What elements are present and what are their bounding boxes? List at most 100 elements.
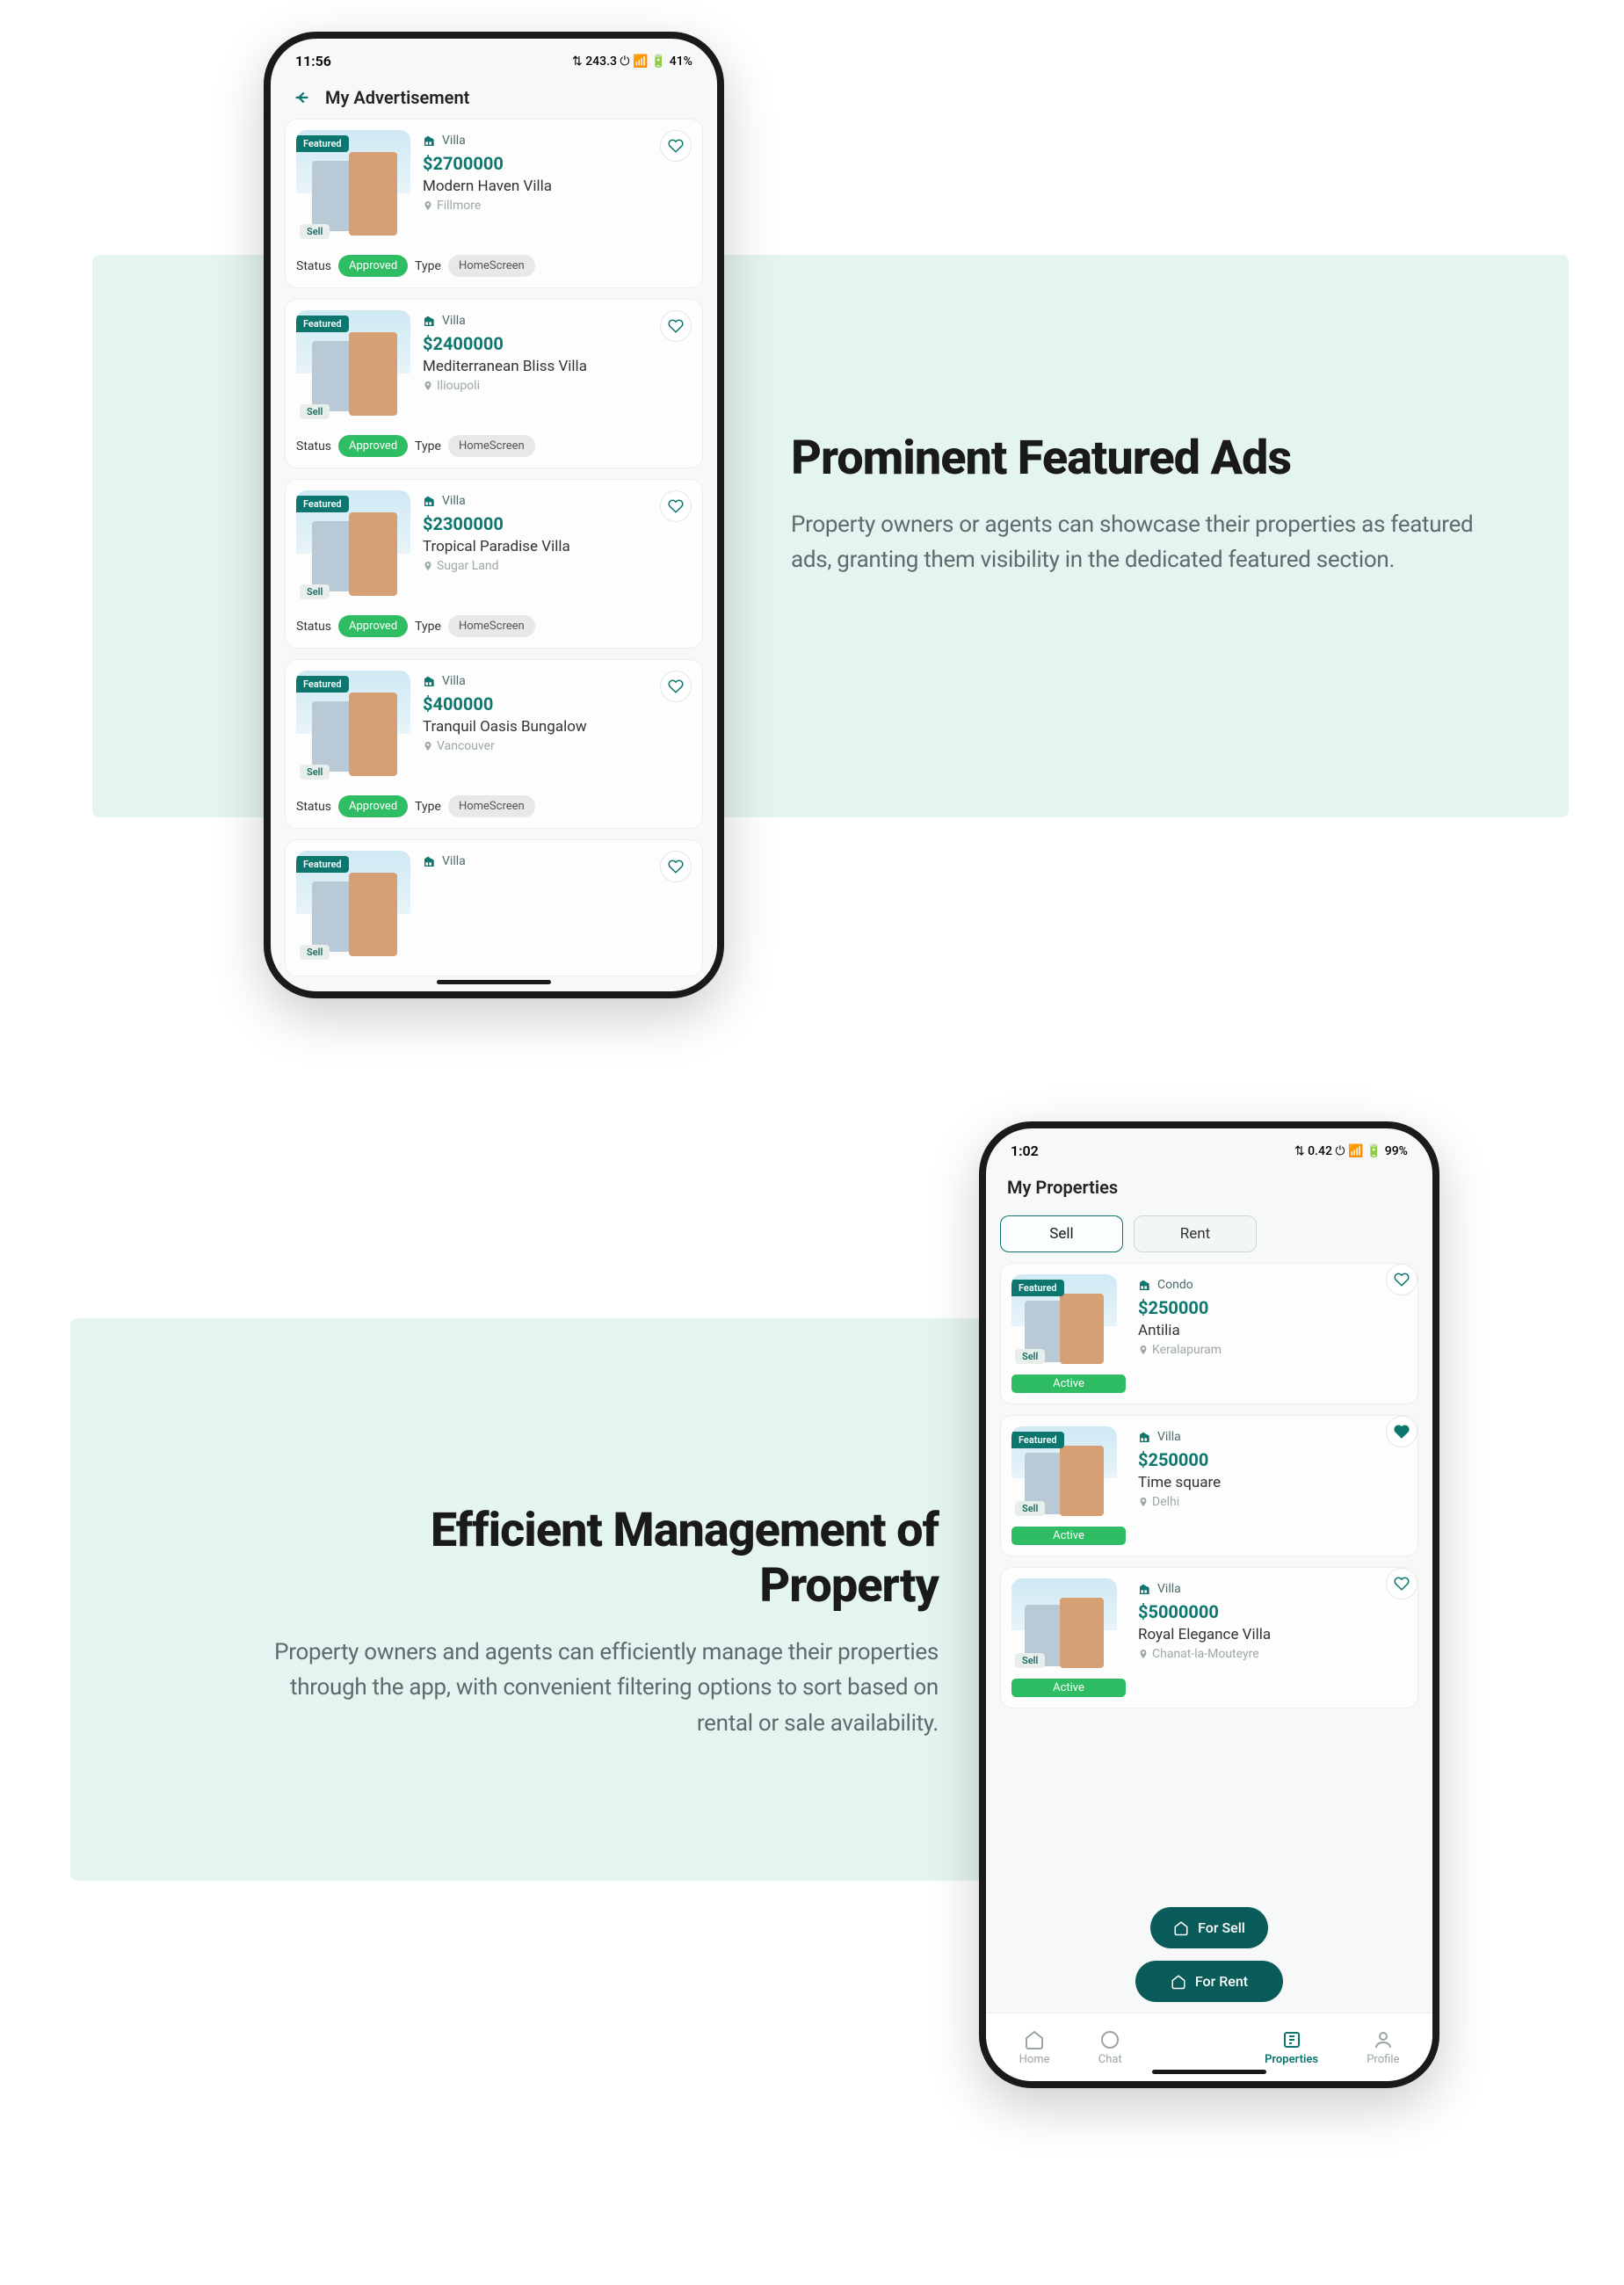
statusbar-time: 11:56 <box>295 53 331 69</box>
profile-icon <box>1373 2029 1394 2050</box>
chat-icon <box>1099 2029 1120 2050</box>
back-arrow-icon[interactable] <box>292 88 311 107</box>
property-thumbnail: Featured Sell <box>1011 1274 1117 1369</box>
property-location: Keralapuram <box>1138 1343 1407 1357</box>
featured-badge: Featured <box>296 135 349 152</box>
property-location: Ilioupoli <box>423 379 692 393</box>
property-title: Tropical Paradise Villa <box>423 538 692 555</box>
approved-pill: Approved <box>338 435 408 457</box>
favorite-button[interactable] <box>660 851 692 882</box>
favorite-button[interactable] <box>660 671 692 702</box>
property-title: Antilia <box>1138 1322 1407 1339</box>
status-label: Status <box>296 439 331 453</box>
ad-card[interactable]: Featured Sell Villa <box>285 839 703 976</box>
property-location: Chanat-la-Mouteyre <box>1138 1647 1407 1661</box>
featured-badge: Featured <box>1011 1432 1064 1448</box>
section1-body: Property owners or agents can showcase t… <box>791 507 1494 578</box>
advertisement-list[interactable]: Featured Sell Villa $2700000 Modern Have… <box>271 119 717 991</box>
sell-badge: Sell <box>300 945 330 960</box>
statusbar-icons: ⇅ 243.3 ⏻ 📶 🔋 41% <box>572 54 692 69</box>
app-header: My Properties <box>986 1163 1432 1208</box>
status-label: Status <box>296 259 331 273</box>
tab-sell[interactable]: Sell <box>1000 1215 1123 1252</box>
favorite-button[interactable] <box>1386 1416 1417 1447</box>
property-thumbnail: Sell <box>1011 1578 1117 1673</box>
statusbar-time: 1:02 <box>1011 1142 1039 1159</box>
ad-card[interactable]: Featured Sell Villa $2300000 Tropical Pa… <box>285 479 703 649</box>
favorite-button[interactable] <box>660 310 692 342</box>
property-price: $250000 <box>1138 1449 1407 1470</box>
property-location: Fillmore <box>423 199 692 213</box>
favorite-button[interactable] <box>1386 1264 1417 1295</box>
ad-card[interactable]: Featured Sell Villa $400000 Tranquil Oas… <box>285 659 703 829</box>
property-list[interactable]: Featured Sell Active Condo $250000 Antil… <box>986 1259 1432 1708</box>
homescreen-pill: HomeScreen <box>448 615 535 637</box>
favorite-button[interactable] <box>660 490 692 522</box>
type-label: Type <box>415 259 441 273</box>
section2-heading: Efficient Management of Property <box>271 1503 939 1614</box>
property-thumbnail: Featured Sell <box>296 310 410 424</box>
active-pill: Active <box>1011 1679 1126 1697</box>
property-price: $2400000 <box>423 333 692 354</box>
fab-for-rent-label: For Rent <box>1195 1973 1248 1990</box>
property-title: Time square <box>1138 1474 1407 1491</box>
approved-pill: Approved <box>338 615 408 637</box>
favorite-button[interactable] <box>1386 1568 1417 1600</box>
property-location: Delhi <box>1138 1495 1407 1509</box>
fab-for-sell[interactable]: For Sell <box>1150 1907 1268 1948</box>
sale-tag-icon <box>1173 1920 1189 1936</box>
property-price: $2300000 <box>423 513 692 534</box>
homescreen-pill: HomeScreen <box>448 795 535 817</box>
sell-badge: Sell <box>300 224 330 239</box>
category-row: Villa <box>423 854 692 868</box>
nav-home[interactable]: Home <box>1019 2029 1050 2066</box>
property-thumbnail: Featured Sell <box>296 490 410 605</box>
ad-card[interactable]: Featured Sell Villa $2700000 Modern Have… <box>285 119 703 288</box>
active-pill: Active <box>1011 1375 1126 1393</box>
property-card[interactable]: Featured Sell Active Villa $250000 Time … <box>1000 1415 1418 1556</box>
nav-home-label: Home <box>1019 2053 1050 2066</box>
favorite-button[interactable] <box>660 130 692 162</box>
phone-mockup-2: 1:02 ⇅ 0.42 ⏻ 📶 🔋 99% My Properties Sell… <box>979 1121 1439 2088</box>
sell-badge: Sell <box>300 404 330 419</box>
category-row: Villa <box>423 674 692 688</box>
sell-badge: Sell <box>1015 1349 1045 1364</box>
nav-profile[interactable]: Profile <box>1367 2029 1399 2066</box>
property-price: $250000 <box>1138 1297 1407 1318</box>
category-row: Villa <box>1138 1430 1407 1444</box>
ad-card[interactable]: Featured Sell Villa $2400000 Mediterrane… <box>285 299 703 468</box>
property-price: $5000000 <box>1138 1601 1407 1622</box>
property-thumbnail: Featured Sell <box>296 851 410 965</box>
rent-tag-icon <box>1171 1974 1186 1990</box>
property-thumbnail: Featured Sell <box>296 671 410 785</box>
category-row: Villa <box>423 134 692 148</box>
property-price: $2700000 <box>423 153 692 174</box>
property-title: Tranquil Oasis Bungalow <box>423 718 692 736</box>
status-label: Status <box>296 620 331 634</box>
nav-chat[interactable]: Chat <box>1098 2029 1122 2066</box>
home-indicator <box>1152 2070 1266 2074</box>
property-location: Sugar Land <box>423 559 692 573</box>
properties-icon <box>1281 2029 1302 2050</box>
featured-badge: Featured <box>296 316 349 332</box>
fab-for-rent[interactable]: For Rent <box>1135 1961 1283 2002</box>
category-row: Villa <box>423 314 692 328</box>
section2-text: Efficient Management of Property Propert… <box>271 1503 939 1741</box>
property-card[interactable]: Featured Sell Active Condo $250000 Antil… <box>1000 1263 1418 1404</box>
statusbar: 11:56 ⇅ 243.3 ⏻ 📶 🔋 41% <box>271 39 717 73</box>
featured-badge: Featured <box>296 856 349 873</box>
property-card[interactable]: Sell Active Villa $5000000 Royal Eleganc… <box>1000 1567 1418 1708</box>
sell-badge: Sell <box>300 765 330 780</box>
homescreen-pill: HomeScreen <box>448 255 535 277</box>
tab-rent[interactable]: Rent <box>1134 1215 1257 1252</box>
nav-properties[interactable]: Properties <box>1265 2029 1318 2066</box>
phone-mockup-1: 11:56 ⇅ 243.3 ⏻ 📶 🔋 41% My Advertisement… <box>264 32 724 998</box>
page-title: My Advertisement <box>325 87 469 108</box>
app-header: My Advertisement <box>271 73 717 119</box>
section1-heading: Prominent Featured Ads <box>791 431 1494 486</box>
property-thumbnail: Featured Sell <box>296 130 410 244</box>
nav-properties-label: Properties <box>1265 2053 1318 2066</box>
featured-badge: Featured <box>1011 1280 1064 1296</box>
sell-badge: Sell <box>1015 1653 1045 1668</box>
featured-badge: Featured <box>296 676 349 693</box>
